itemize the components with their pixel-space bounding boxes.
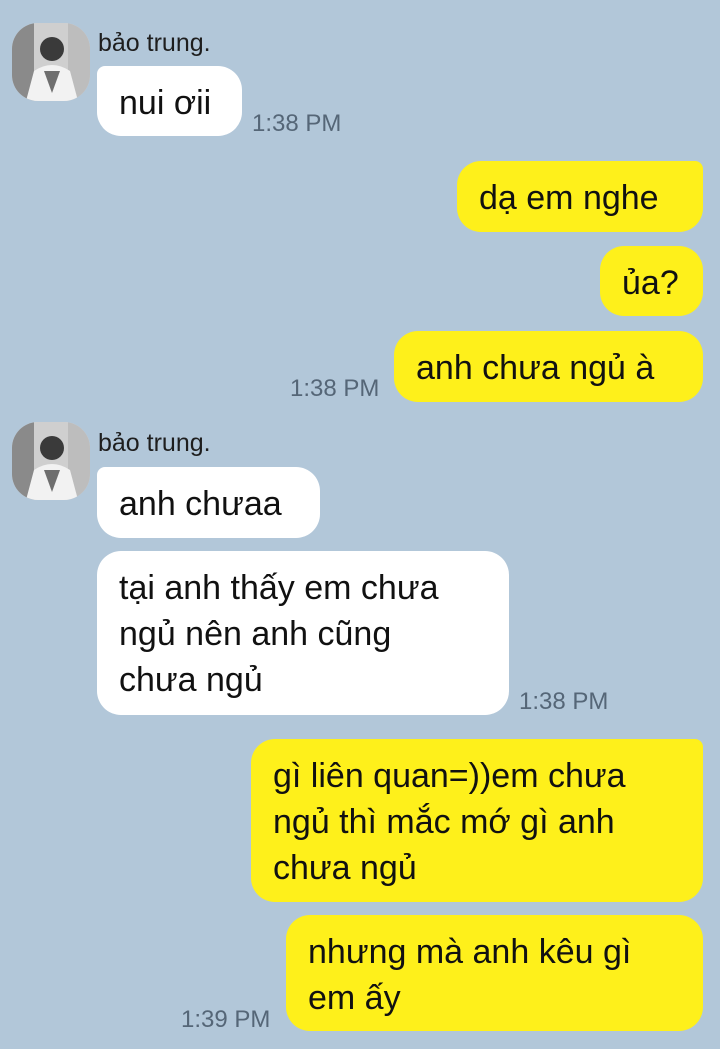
profile-photo [12, 422, 90, 500]
message-bubble-outgoing[interactable]: anh chưa ngủ à [394, 331, 703, 402]
avatar[interactable] [12, 23, 90, 101]
message-bubble-outgoing[interactable]: nhưng mà anh kêu gì em ấy [286, 915, 703, 1031]
message-bubble-incoming[interactable]: tại anh thấy em chưa ngủ nên anh cũng ch… [97, 551, 509, 715]
avatar[interactable] [12, 422, 90, 500]
message-timestamp: 1:39 PM [181, 1006, 271, 1033]
message-bubble-incoming[interactable]: anh chưaa [97, 467, 320, 538]
sender-name: bảo trung. [98, 29, 211, 57]
message-bubble-outgoing[interactable]: ủa? [600, 246, 703, 316]
message-bubble-outgoing[interactable]: gì liên quan=))em chưa ngủ thì mắc mớ gì… [251, 739, 703, 902]
message-bubble-outgoing[interactable]: dạ em nghe [457, 161, 703, 232]
message-timestamp: 1:38 PM [290, 375, 380, 402]
message-timestamp: 1:38 PM [252, 110, 342, 137]
message-bubble-incoming[interactable]: nui ơii [97, 66, 242, 136]
profile-photo [12, 23, 90, 101]
sender-name: bảo trung. [98, 429, 211, 457]
message-timestamp: 1:38 PM [519, 688, 609, 715]
